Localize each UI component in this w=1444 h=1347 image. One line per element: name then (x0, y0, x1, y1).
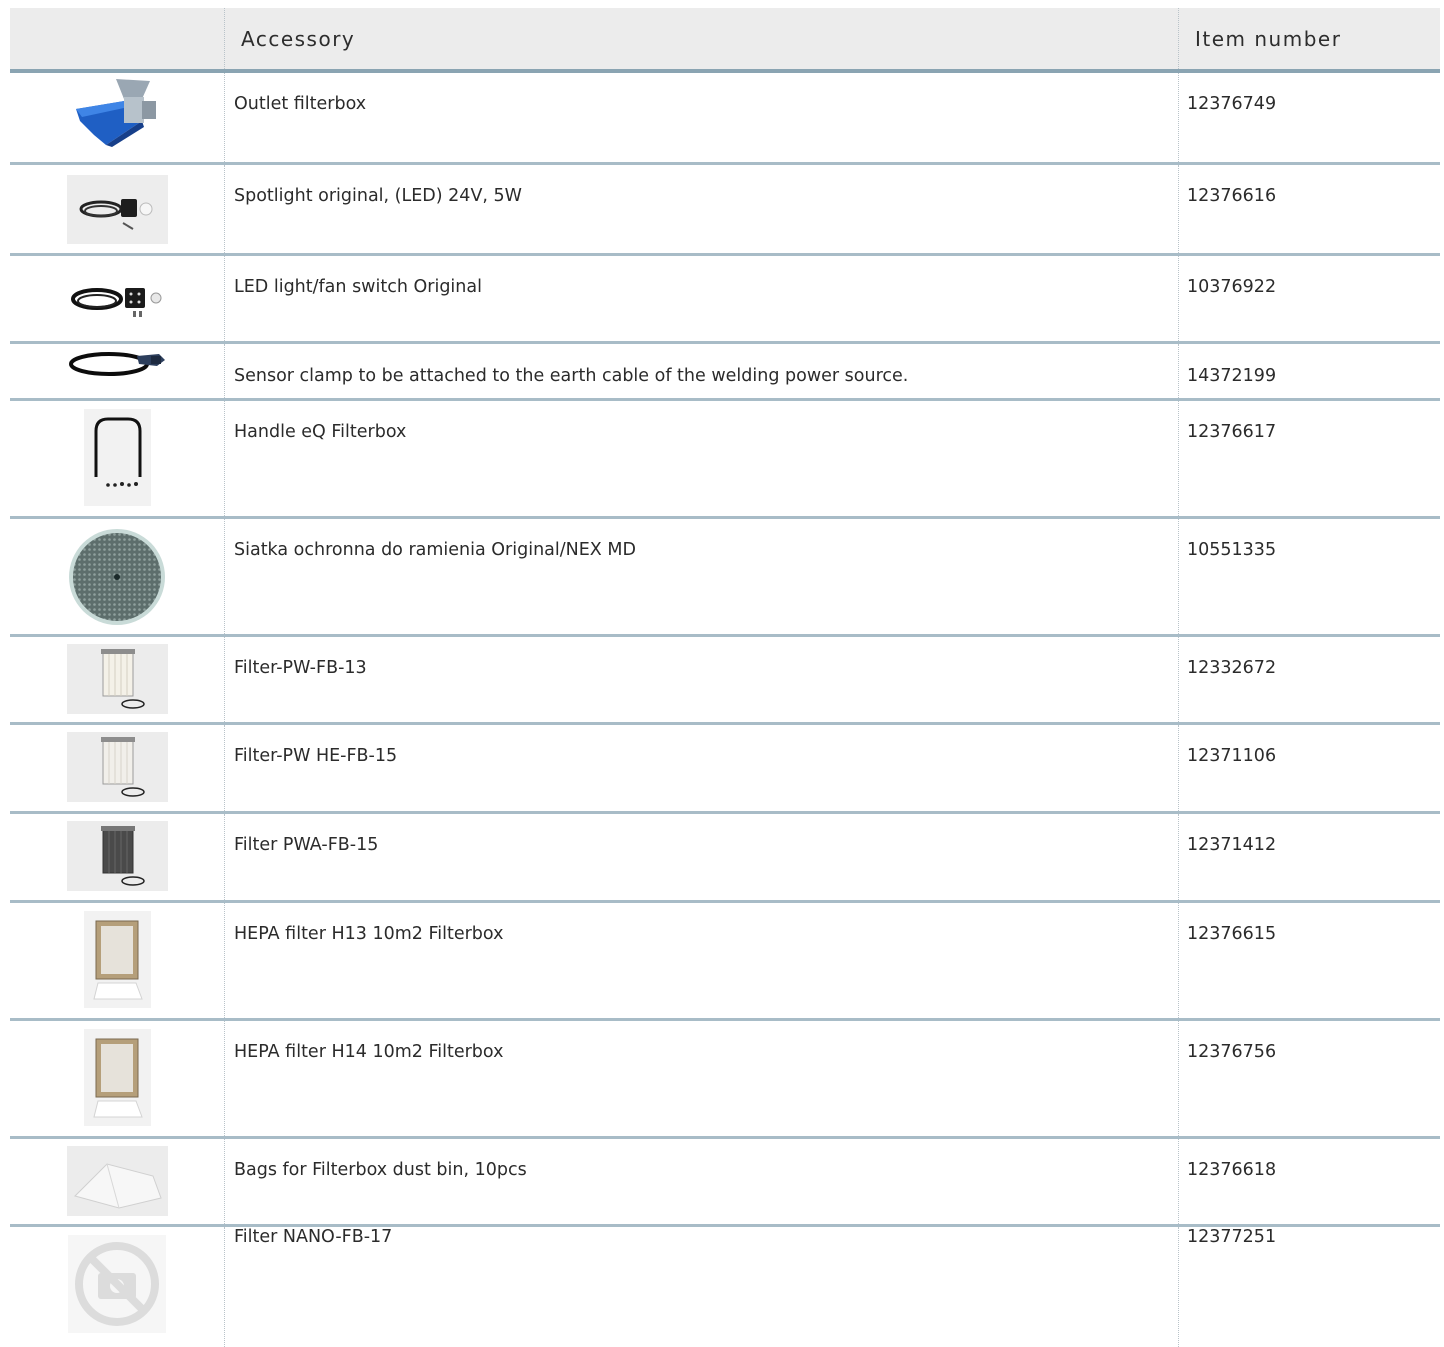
outlet-filterbox-icon (76, 79, 156, 147)
table-row: Outlet filterbox 12376749 (10, 73, 1440, 165)
dust-bags-icon (66, 1146, 168, 1216)
row-accessory-name: Filter PWA-FB-15 (225, 814, 1179, 900)
row-accessory-name: Filter NANO-FB-17 (225, 1227, 1179, 1347)
table-row: Siatka ochronna do ramienia Original/NEX… (10, 519, 1440, 637)
table-row: Spotlight original, (LED) 24V, 5W 123766… (10, 165, 1440, 256)
table-header: Accessory Item number (10, 8, 1440, 73)
row-image-cell (10, 725, 225, 811)
row-image-cell (10, 256, 225, 341)
row-image-cell (10, 165, 225, 253)
row-accessory-name: HEPA filter H13 10m2 Filterbox (225, 903, 1179, 1018)
no-image-icon (68, 1235, 166, 1333)
row-accessory-name: Filter-PW HE-FB-15 (225, 725, 1179, 811)
table-row: HEPA filter H14 10m2 Filterbox 12376756 (10, 1021, 1440, 1139)
led-switch-icon (71, 287, 162, 317)
row-accessory-name: LED light/fan switch Original (225, 256, 1179, 341)
row-item-number: 12371412 (1187, 835, 1277, 855)
row-item-number: 12376615 (1187, 924, 1277, 944)
row-accessory-name: Filter-PW-FB-13 (225, 637, 1179, 722)
row-item-number: 12332672 (1187, 658, 1277, 678)
header-accessory: Accessory (225, 8, 1179, 69)
row-image-cell (10, 903, 225, 1018)
protective-mesh-icon (69, 529, 165, 625)
table-row: Bags for Filterbox dust bin, 10pcs 12376… (10, 1139, 1440, 1227)
row-item-number: 12371106 (1187, 746, 1277, 766)
table-row: Handle eQ Filterbox 12376617 (10, 401, 1440, 519)
row-item-number: 12377251 (1187, 1227, 1277, 1247)
hepa-filter-icon (83, 1029, 151, 1126)
hepa-filter-icon (83, 911, 151, 1008)
row-accessory-name: Sensor clamp to be attached to the earth… (225, 344, 1179, 398)
table-row: HEPA filter H13 10m2 Filterbox 12376615 (10, 903, 1440, 1021)
row-image-cell (10, 1227, 225, 1347)
table-row: Sensor clamp to be attached to the earth… (10, 344, 1440, 401)
table-row: LED light/fan switch Original 10376922 (10, 256, 1440, 344)
header-item-number: Item number (1195, 26, 1342, 51)
row-accessory-name: Outlet filterbox (225, 73, 1179, 162)
row-accessory-name: HEPA filter H14 10m2 Filterbox (225, 1021, 1179, 1136)
row-image-cell (10, 1139, 225, 1224)
row-accessory-name: Spotlight original, (LED) 24V, 5W (225, 165, 1179, 253)
table-row: Filter NANO-FB-17 12377251 (10, 1227, 1440, 1347)
row-item-number: 12376749 (1187, 94, 1277, 114)
header-image-column (10, 8, 225, 69)
sensor-clamp-icon (69, 352, 165, 376)
row-image-cell (10, 401, 225, 516)
row-item-number: 12376616 (1187, 186, 1277, 206)
row-item-number: 14372199 (1187, 366, 1277, 386)
spotlight-icon (66, 174, 168, 244)
table-row: Filter-PW HE-FB-15 12371106 (10, 725, 1440, 814)
row-item-number: 12376617 (1187, 422, 1277, 442)
table-row: Filter-PW-FB-13 12332672 (10, 637, 1440, 725)
row-image-cell (10, 73, 225, 162)
row-image-cell (10, 1021, 225, 1136)
row-item-number: 12376618 (1187, 1160, 1277, 1180)
filter-cartridge-dark-icon (66, 821, 168, 891)
row-accessory-name: Bags for Filterbox dust bin, 10pcs (225, 1139, 1179, 1224)
filter-cartridge-icon (66, 732, 168, 802)
row-item-number: 10551335 (1187, 540, 1277, 560)
filter-cartridge-icon (66, 644, 168, 714)
row-accessory-name: Siatka ochronna do ramienia Original/NEX… (225, 519, 1179, 634)
row-item-number: 10376922 (1187, 277, 1277, 297)
row-image-cell (10, 519, 225, 634)
handle-icon (83, 409, 151, 506)
table-row: Filter PWA-FB-15 12371412 (10, 814, 1440, 903)
row-image-cell (10, 637, 225, 722)
row-accessory-name: Handle eQ Filterbox (225, 401, 1179, 516)
row-image-cell (10, 814, 225, 900)
row-item-number: 12376756 (1187, 1042, 1277, 1062)
row-image-cell (10, 344, 225, 398)
accessories-table: Accessory Item number Outlet filterbox 1… (10, 8, 1440, 1347)
